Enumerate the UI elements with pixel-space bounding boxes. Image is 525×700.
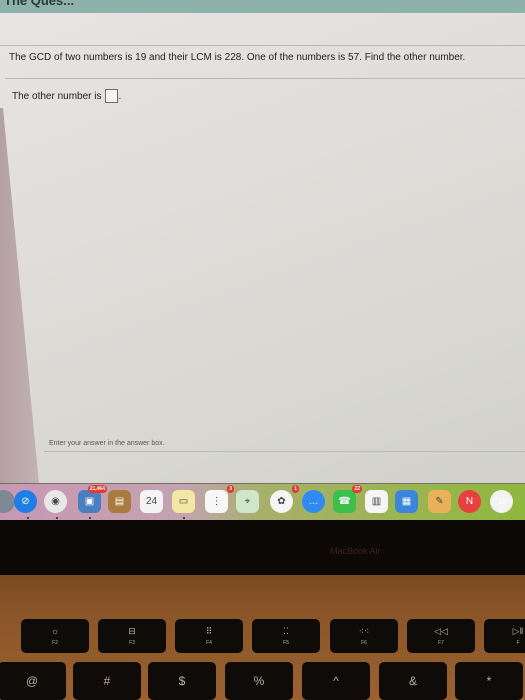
running-indicator — [56, 517, 58, 519]
answer-input[interactable] — [104, 89, 118, 103]
numbers-icon: ▥ — [371, 496, 382, 507]
notification-badge: 21,464 — [87, 485, 107, 493]
key-glyph-icon: ⁚⁚ — [283, 626, 289, 636]
dock-app-news[interactable]: N — [458, 490, 481, 513]
dock-app-safari[interactable]: ⊘ — [14, 490, 37, 513]
key-f5[interactable]: ⁚⁚ F5 — [252, 619, 320, 653]
calendar-icon: 24 — [145, 496, 158, 507]
dock-app-photos[interactable]: ✿ 1 — [270, 485, 299, 513]
dock-app-messages[interactable]: … — [302, 490, 325, 513]
notes-icon: ▭ — [178, 496, 189, 507]
key-glyph-icon: ⠿ — [205, 626, 213, 636]
dock-app-music[interactable]: ♫ — [490, 490, 513, 513]
key-glyph-icon: ⁖⁖ — [358, 626, 370, 636]
screen: The Ques... The GCD of two numbers is 19… — [0, 0, 525, 535]
dock-app-numbers[interactable]: ▥ — [365, 490, 388, 513]
key-symbol[interactable]: & — [379, 662, 447, 700]
key-label: F3 — [129, 640, 135, 646]
dock-app-facetime[interactable]: ☎ 22 — [333, 485, 362, 513]
dock-app-finder[interactable] — [0, 490, 15, 513]
chrome-icon: ◉ — [51, 496, 60, 507]
dock-app-notebook[interactable]: ▤ — [108, 490, 131, 513]
page-title: The Ques... — [4, 0, 75, 8]
notification-badge: 3 — [227, 485, 234, 493]
sidebar-edge — [0, 108, 40, 495]
running-indicator — [89, 517, 91, 519]
key-label: F5 — [283, 640, 289, 646]
divider — [0, 45, 525, 46]
running-indicator — [27, 517, 29, 519]
divider — [5, 78, 525, 79]
keynote-icon: ▦ — [401, 496, 412, 507]
divider — [44, 451, 525, 452]
running-indicator — [183, 517, 185, 519]
dock-app-notes[interactable]: ▭ — [172, 490, 195, 513]
dock-app-maps[interactable]: ⌖ — [236, 490, 259, 513]
key-f4[interactable]: ⠿ F4 — [175, 619, 243, 653]
messages-icon: … — [308, 496, 319, 507]
key-label: F2 — [52, 640, 58, 646]
key-label: F — [516, 640, 520, 646]
answer-line: The other number is . — [12, 89, 121, 103]
key-f7[interactable]: ◁◁ F7 — [407, 619, 475, 653]
answer-suffix: . — [118, 90, 122, 102]
dock-app-pages[interactable]: ✎ — [428, 490, 451, 513]
dock-app-chrome[interactable]: ◉ — [44, 490, 67, 513]
preview-icon: ▣ — [84, 496, 95, 507]
title-bar: The Ques... — [0, 0, 525, 13]
answer-prefix: The other number is — [12, 90, 102, 102]
key-glyph-icon: ▷‖ — [512, 626, 524, 636]
maps-icon: ⌖ — [244, 496, 251, 507]
dock-app-reminders[interactable]: ⋮ 3 — [205, 485, 234, 513]
key-symbol[interactable]: % — [225, 662, 293, 700]
dock-app-preview[interactable]: ▣ 21,464 — [78, 485, 107, 513]
key-label: F7 — [438, 640, 444, 646]
key-symbol[interactable]: # — [73, 662, 141, 700]
key-f2[interactable]: ☼ F2 — [21, 619, 89, 653]
notification-badge: 1 — [292, 485, 299, 493]
key-label: F4 — [206, 640, 212, 646]
key-symbol[interactable]: ^ — [302, 662, 370, 700]
notification-badge: 22 — [352, 485, 362, 493]
key-symbol[interactable]: $ — [148, 662, 216, 700]
safari-icon: ⊘ — [21, 496, 30, 507]
dock: ⊘ ◉ ▣ 21,464 ▤ 24 ▭ ⋮ 3 ⌖ ✿ 1… ☎ 22 ▥ ▦ ✎ N ♫ — [0, 483, 525, 521]
key-glyph-icon: ⊟ — [128, 626, 136, 636]
notebook-icon: ▤ — [114, 496, 125, 507]
key-f[interactable]: ▷‖ F — [484, 619, 525, 653]
dock-app-keynote[interactable]: ▦ — [395, 490, 418, 513]
key-glyph-icon: ◁◁ — [434, 626, 448, 636]
key-symbol[interactable]: * — [455, 662, 523, 700]
hint-text: Enter your answer in the answer box. — [49, 440, 165, 447]
key-f3[interactable]: ⊟ F3 — [98, 619, 166, 653]
screen-bezel — [0, 520, 525, 575]
key-f6[interactable]: ⁖⁖ F6 — [330, 619, 398, 653]
dock-app-calendar[interactable]: 24 — [140, 490, 163, 513]
facetime-icon: ☎ — [338, 496, 351, 507]
brand-label: MacBook Air — [330, 546, 381, 556]
photos-icon: ✿ — [277, 496, 286, 507]
news-icon: N — [465, 496, 474, 507]
key-label: F6 — [361, 640, 367, 646]
pages-icon: ✎ — [435, 496, 444, 507]
reminders-icon: ⋮ — [211, 496, 222, 507]
music-icon: ♫ — [497, 496, 506, 507]
key-glyph-icon: ☼ — [50, 626, 60, 636]
key-symbol[interactable]: @ — [0, 662, 66, 700]
question-text: The GCD of two numbers is 19 and their L… — [9, 52, 466, 63]
